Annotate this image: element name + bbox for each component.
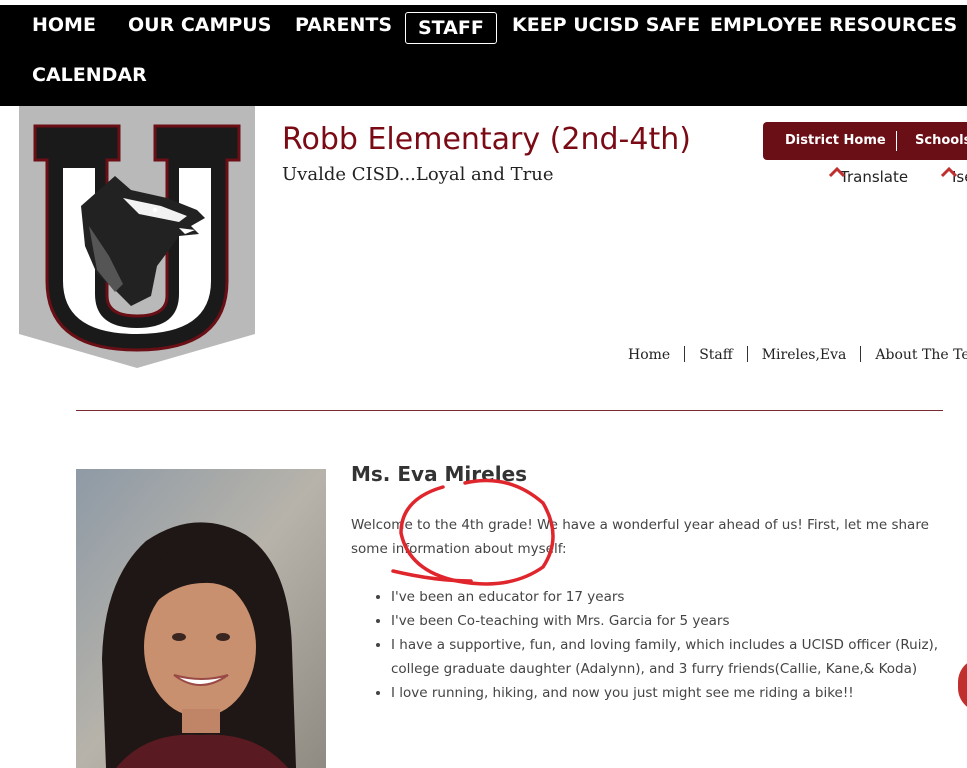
breadcrumb-staff[interactable]: Staff	[699, 347, 733, 363]
breadcrumb-home[interactable]: Home	[628, 347, 670, 363]
schools-dropdown[interactable]: Schools	[915, 133, 967, 148]
list-item: I love running, hiking, and now you just…	[391, 681, 967, 705]
breadcrumb-divider	[860, 346, 862, 362]
breadcrumb: Home Staff Mireles,Eva About The Teach	[628, 346, 967, 366]
teacher-name: Ms. Eva Mireles	[351, 462, 528, 486]
logo-graphic	[19, 106, 255, 368]
list-item: I've been an educator for 17 years	[391, 585, 967, 609]
teacher-facts-list: I've been an educator for 17 years I've …	[351, 585, 967, 705]
nav-calendar[interactable]: CALENDAR	[32, 64, 147, 86]
chevron-up-icon	[828, 166, 846, 178]
chevron-up-icon	[940, 166, 958, 178]
utility-divider	[896, 131, 897, 151]
section-divider	[76, 410, 943, 411]
site-title: Robb Elementary (2nd-4th)	[282, 122, 691, 157]
nav-home[interactable]: HOME	[32, 14, 96, 36]
list-item: I've been Co-teaching with Mrs. Garcia f…	[391, 609, 967, 633]
list-item: I have a supportive, fun, and loving fam…	[391, 633, 967, 681]
nav-our-campus[interactable]: OUR CAMPUS	[128, 14, 271, 36]
site-tagline: Uvalde CISD...Loyal and True	[282, 164, 554, 185]
breadcrumb-teacher[interactable]: Mireles,Eva	[762, 347, 847, 363]
breadcrumb-divider	[746, 346, 748, 362]
secondary-utility-link[interactable]: Ise	[940, 166, 967, 186]
intro-text: Welcome to the 4th grade! We have a wond…	[351, 517, 929, 557]
top-navigation: HOME OUR CAMPUS PARENTS STAFF KEEP UCISD…	[0, 5, 967, 106]
breadcrumb-current-page: About The Teach	[875, 347, 967, 363]
portrait-image	[76, 469, 326, 768]
teacher-photo	[76, 469, 326, 768]
nav-employee-resources[interactable]: EMPLOYEE RESOURCES	[710, 14, 957, 36]
nav-keep-ucisd-safe[interactable]: KEEP UCISD SAFE	[512, 14, 700, 36]
utility-bar: District Home Schools	[763, 122, 967, 160]
intro-paragraph: Welcome to the 4th grade! We have a wond…	[351, 513, 951, 561]
breadcrumb-divider	[684, 346, 686, 362]
nav-parents[interactable]: PARENTS	[295, 14, 392, 36]
district-home-link[interactable]: District Home	[785, 133, 886, 148]
school-logo[interactable]	[19, 106, 255, 368]
nav-staff[interactable]: STAFF	[405, 12, 497, 44]
translate-button[interactable]: Translate	[828, 166, 908, 186]
